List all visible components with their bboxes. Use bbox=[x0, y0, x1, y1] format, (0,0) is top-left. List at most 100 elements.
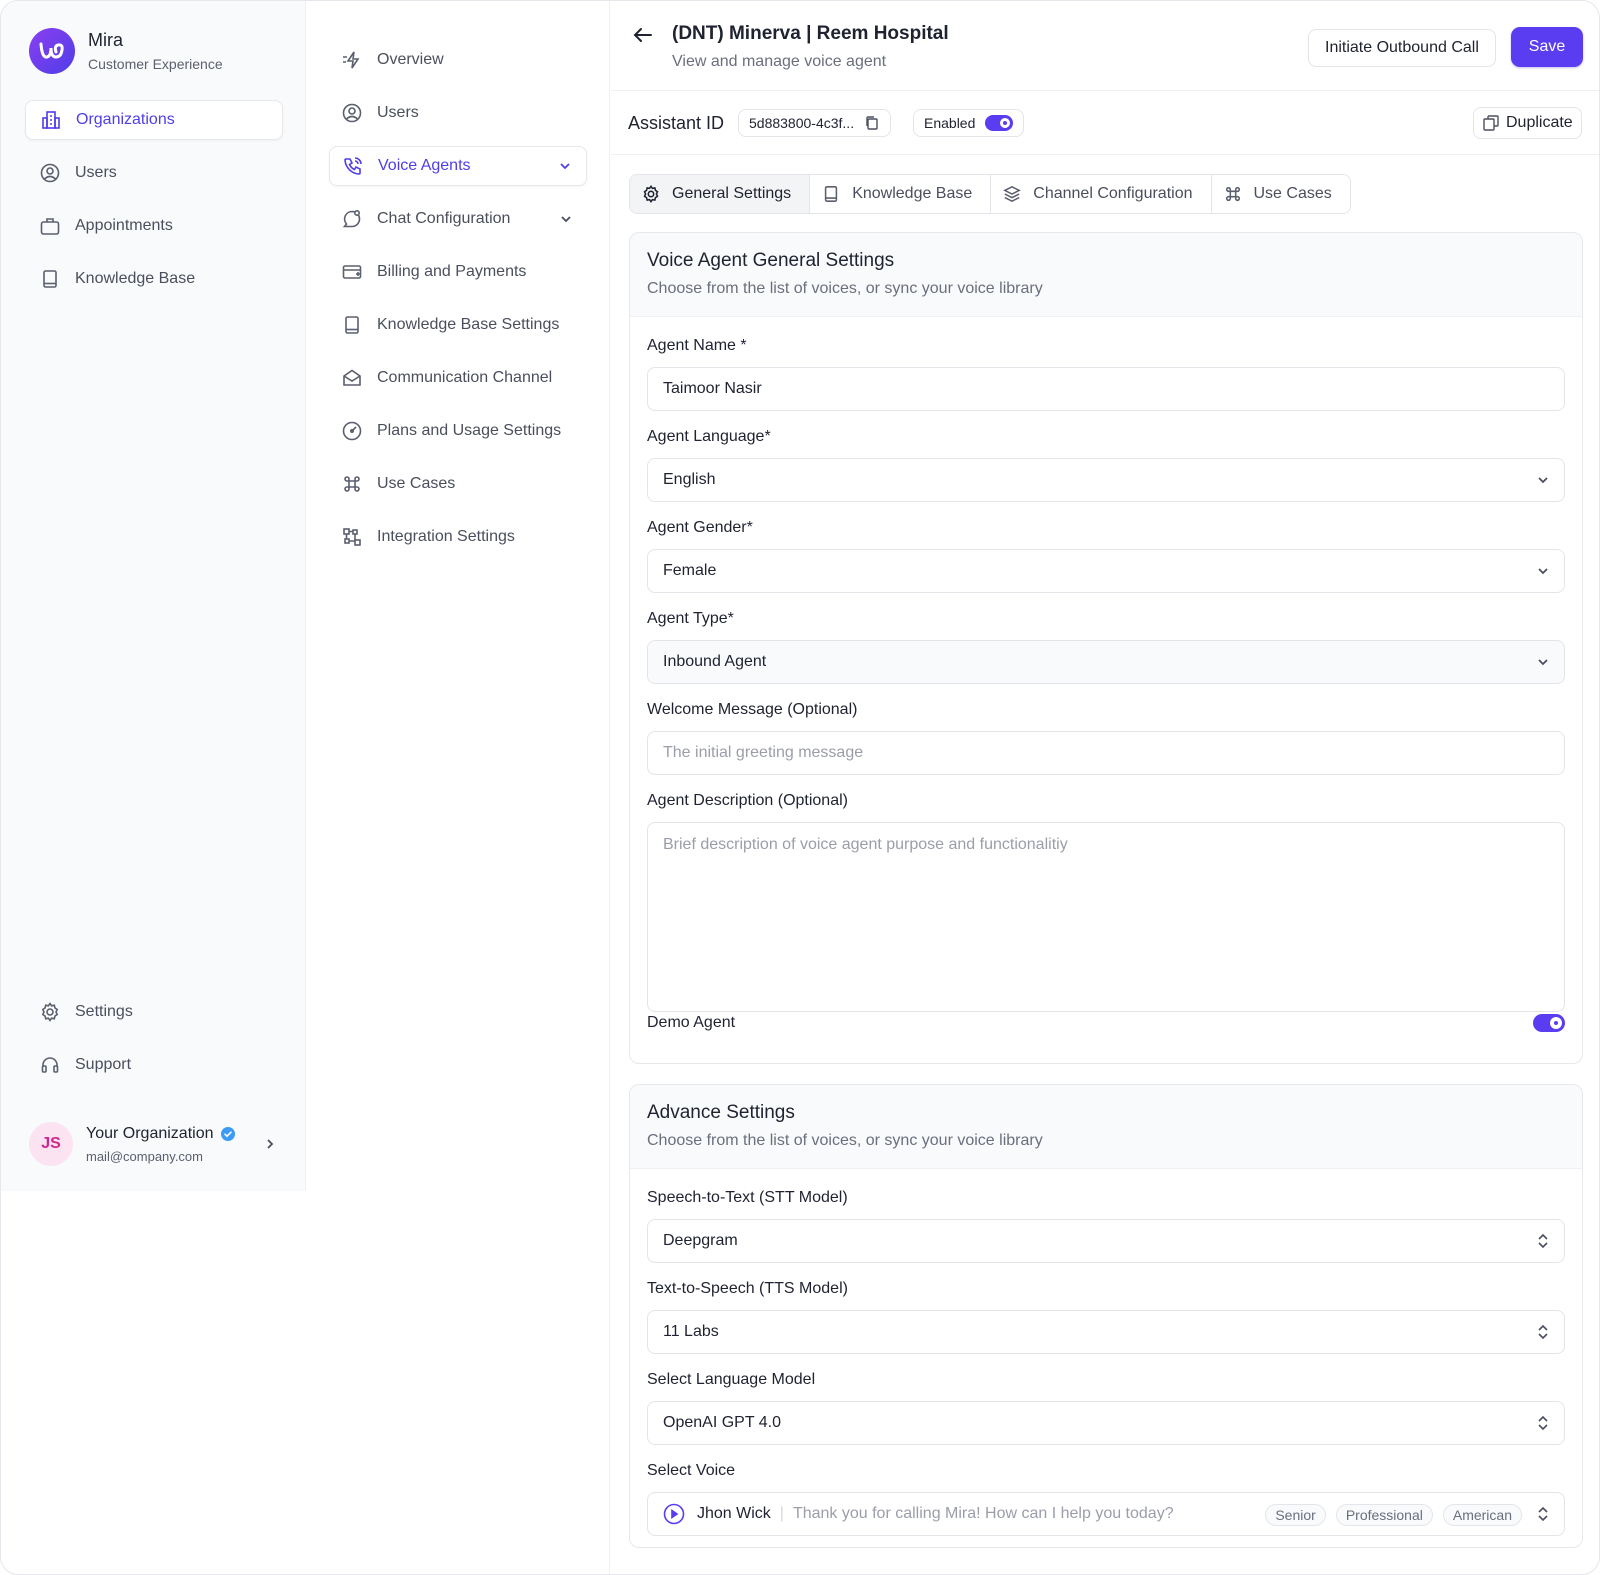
organization-switcher[interactable]: JS Your Organization mail@company.com bbox=[29, 1122, 277, 1166]
subnav-label: Users bbox=[377, 104, 419, 121]
voice-name: Jhon Wick bbox=[697, 1505, 771, 1522]
subnav-item-users[interactable]: Users bbox=[329, 93, 587, 133]
section-nav: Overview Users Voice Agents Chat Configu… bbox=[329, 40, 587, 570]
subnav-item-plans-usage[interactable]: Plans and Usage Settings bbox=[329, 411, 587, 451]
field-label: Agent Gender* bbox=[647, 519, 753, 536]
agent-description-field: Agent Description (Optional) Brief descr… bbox=[647, 792, 1565, 1012]
field-label: Select Language Model bbox=[647, 1371, 816, 1388]
sidebar-item-support[interactable]: Support bbox=[25, 1045, 283, 1085]
agent-type-select[interactable]: Inbound Agent bbox=[647, 640, 1565, 684]
sidebar-item-organizations[interactable]: Organizations bbox=[25, 100, 283, 140]
primary-nav: Organizations Users Appointments Knowled… bbox=[25, 100, 283, 312]
enabled-switch[interactable] bbox=[985, 115, 1014, 131]
agent-type-field: Agent Type* Inbound Agent bbox=[647, 610, 1565, 684]
subnav-item-chat-configuration[interactable]: Chat Configuration bbox=[329, 199, 587, 239]
sidebar-item-label: Appointments bbox=[75, 217, 173, 234]
field-label: Agent Description (Optional) bbox=[647, 792, 848, 809]
sidebar-item-settings[interactable]: Settings bbox=[25, 992, 283, 1032]
duplicate-icon bbox=[1482, 114, 1500, 132]
stt-model-select[interactable]: Deepgram bbox=[647, 1219, 1565, 1263]
agent-name-input[interactable]: Taimoor Nasir bbox=[647, 367, 1565, 411]
credit-card-icon bbox=[341, 261, 363, 283]
sidebar-item-label: Support bbox=[75, 1056, 132, 1073]
voice-select[interactable]: Jhon Wick | Thank you for calling Mira! … bbox=[647, 1492, 1565, 1536]
assistant-id-label: Assistant ID bbox=[628, 113, 725, 133]
tab-use-cases[interactable]: Use Cases bbox=[1211, 175, 1350, 213]
demo-agent-toggle[interactable] bbox=[1533, 1014, 1565, 1032]
app-subtitle: Customer Experience bbox=[88, 56, 223, 72]
subnav-item-billing[interactable]: Billing and Payments bbox=[329, 252, 587, 292]
subnav-label: Billing and Payments bbox=[377, 263, 527, 280]
verified-badge-icon bbox=[220, 1126, 236, 1142]
chevron-down-icon bbox=[1536, 473, 1550, 487]
agent-language-field: Agent Language* English bbox=[647, 428, 1565, 502]
back-arrow-icon[interactable] bbox=[631, 23, 655, 47]
play-icon[interactable] bbox=[663, 1503, 685, 1525]
book-icon bbox=[820, 183, 842, 205]
sidebar-item-label: Knowledge Base bbox=[75, 270, 196, 287]
sidebar-item-users[interactable]: Users bbox=[25, 153, 283, 193]
field-label: Demo Agent bbox=[647, 1014, 736, 1031]
voice-tag: Professional bbox=[1335, 1504, 1433, 1526]
brand: Mira Customer Experience bbox=[29, 28, 223, 74]
assistant-id-pill[interactable]: 5d883800-4c3f... bbox=[738, 109, 892, 137]
select-value: Inbound Agent bbox=[663, 653, 767, 670]
chat-icon bbox=[341, 208, 363, 230]
briefcase-icon bbox=[39, 215, 61, 237]
chevron-down-icon bbox=[1536, 655, 1550, 669]
subnav-item-use-cases[interactable]: Use Cases bbox=[329, 464, 587, 504]
gear-icon bbox=[39, 1001, 61, 1023]
duplicate-button[interactable]: Duplicate bbox=[1473, 107, 1582, 139]
chevron-up-down-icon bbox=[1536, 1323, 1550, 1341]
select-value: Female bbox=[663, 562, 717, 579]
chevron-right-icon[interactable] bbox=[263, 1137, 277, 1151]
avatar: JS bbox=[29, 1122, 73, 1166]
agent-description-textarea[interactable]: Brief description of voice agent purpose… bbox=[647, 822, 1565, 1012]
layers-icon bbox=[1001, 183, 1023, 205]
subnav-label: Communication Channel bbox=[377, 369, 553, 386]
card-subtitle: Choose from the list of voices, or sync … bbox=[647, 280, 1043, 297]
tab-general-settings[interactable]: General Settings bbox=[630, 175, 811, 213]
sidebar-item-knowledge-base[interactable]: Knowledge Base bbox=[25, 259, 283, 299]
subnav-item-integration-settings[interactable]: Integration Settings bbox=[329, 517, 587, 557]
agent-gender-select[interactable]: Female bbox=[647, 549, 1565, 593]
initiate-outbound-call-button[interactable]: Initiate Outbound Call bbox=[1308, 29, 1496, 67]
user-circle-icon bbox=[341, 102, 363, 124]
agent-language-select[interactable]: English bbox=[647, 458, 1565, 502]
tab-label: General Settings bbox=[672, 185, 792, 202]
save-button[interactable]: Save bbox=[1511, 27, 1583, 67]
chevron-down-icon[interactable] bbox=[559, 212, 573, 226]
enabled-toggle[interactable]: Enabled bbox=[913, 109, 1025, 137]
advance-settings-card: Advance Settings Choose from the list of… bbox=[629, 1084, 1583, 1548]
copy-icon[interactable] bbox=[864, 115, 880, 131]
subnav-item-knowledge-base-settings[interactable]: Knowledge Base Settings bbox=[329, 305, 587, 345]
select-value: OpenAI GPT 4.0 bbox=[663, 1414, 781, 1431]
tab-channel-configuration[interactable]: Channel Configuration bbox=[991, 175, 1212, 213]
tts-model-select[interactable]: 11 Labs bbox=[647, 1310, 1565, 1354]
book-icon bbox=[341, 314, 363, 336]
select-value: Deepgram bbox=[663, 1232, 738, 1249]
voice-tag: Senior bbox=[1265, 1504, 1326, 1526]
subnav-label: Knowledge Base Settings bbox=[377, 316, 560, 333]
page-subtitle: View and manage voice agent bbox=[672, 53, 887, 70]
page-title: (DNT) Minerva | Reem Hospital bbox=[672, 23, 949, 44]
input-placeholder: The initial greeting message bbox=[663, 744, 864, 761]
field-label: Agent Type* bbox=[647, 610, 734, 627]
chevron-up-down-icon bbox=[1536, 1505, 1550, 1523]
chevron-down-icon[interactable] bbox=[558, 159, 572, 173]
demo-agent-row: Demo Agent bbox=[647, 1014, 1565, 1032]
card-title: Voice Agent General Settings bbox=[647, 250, 895, 271]
subnav-item-overview[interactable]: Overview bbox=[329, 40, 587, 80]
welcome-message-input[interactable]: The initial greeting message bbox=[647, 731, 1565, 775]
language-model-select[interactable]: OpenAI GPT 4.0 bbox=[647, 1401, 1565, 1445]
chevron-up-down-icon bbox=[1536, 1232, 1550, 1250]
subnav-item-communication-channel[interactable]: Communication Channel bbox=[329, 358, 587, 398]
app-name: Mira bbox=[88, 30, 123, 50]
bolt-icon bbox=[341, 49, 363, 71]
secondary-nav: Settings Support bbox=[25, 992, 283, 1098]
headset-icon bbox=[39, 1054, 61, 1076]
tab-knowledge-base[interactable]: Knowledge Base bbox=[810, 175, 992, 213]
sidebar-item-appointments[interactable]: Appointments bbox=[25, 206, 283, 246]
subnav-item-voice-agents[interactable]: Voice Agents bbox=[329, 146, 587, 186]
select-value: 11 Labs bbox=[663, 1323, 719, 1340]
